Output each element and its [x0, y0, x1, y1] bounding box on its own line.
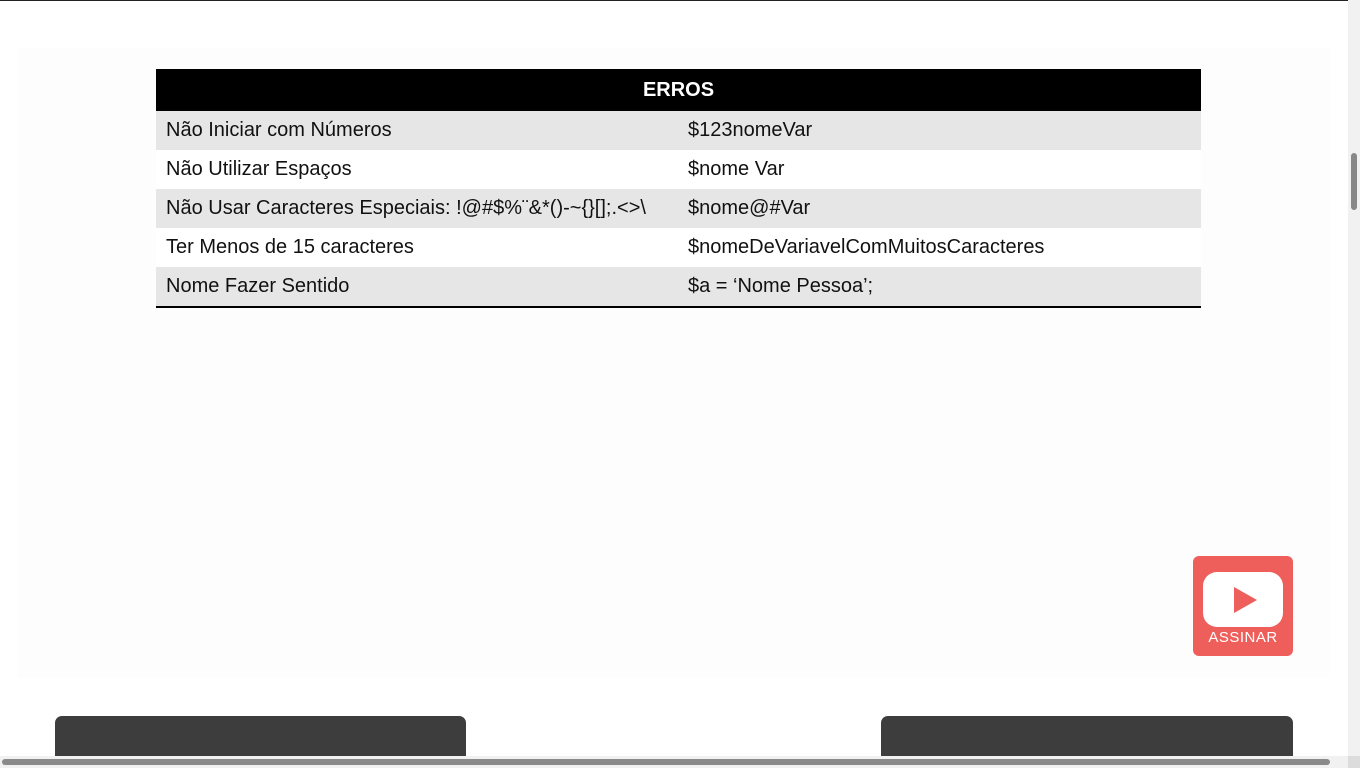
subscribe-button[interactable]: ASSINAR	[1193, 556, 1293, 656]
window-top-border	[0, 0, 1348, 1]
rule-cell: Não Iniciar com Números	[156, 111, 678, 150]
play-triangle	[1234, 587, 1257, 613]
table-row: Não Iniciar com Números $123nomeVar	[156, 111, 1201, 150]
table-row: Ter Menos de 15 caracteres $nomeDeVariav…	[156, 228, 1201, 267]
example-cell: $nomeDeVariavelComMuitosCaracteres	[678, 228, 1201, 267]
horizontal-scrollbar[interactable]	[0, 756, 1348, 768]
example-cell: $nome@#Var	[678, 189, 1201, 228]
rule-cell: Nome Fazer Sentido	[156, 267, 678, 308]
scrollbar-corner	[1348, 756, 1360, 768]
vertical-scroll-thumb[interactable]	[1351, 153, 1357, 210]
horizontal-scroll-thumb[interactable]	[2, 759, 1330, 765]
rule-cell: Não Usar Caracteres Especiais: !@#$%¨&*(…	[156, 189, 678, 228]
table-row: Não Usar Caracteres Especiais: !@#$%¨&*(…	[156, 189, 1201, 228]
erros-table: ERROS Não Iniciar com Números $123nomeVa…	[156, 69, 1201, 308]
subscribe-label: ASSINAR	[1208, 629, 1278, 646]
table-header: ERROS	[156, 69, 1201, 111]
example-cell: $nome Var	[678, 150, 1201, 189]
youtube-play-icon	[1203, 572, 1283, 627]
table-row: Não Utilizar Espaços $nome Var	[156, 150, 1201, 189]
rule-cell: Ter Menos de 15 caracteres	[156, 228, 678, 267]
rule-cell: Não Utilizar Espaços	[156, 150, 678, 189]
vertical-scrollbar[interactable]	[1348, 0, 1360, 768]
example-cell: $123nomeVar	[678, 111, 1201, 150]
table-row: Nome Fazer Sentido $a = ‘Nome Pessoa’;	[156, 267, 1201, 308]
example-cell: $a = ‘Nome Pessoa’;	[678, 267, 1201, 308]
